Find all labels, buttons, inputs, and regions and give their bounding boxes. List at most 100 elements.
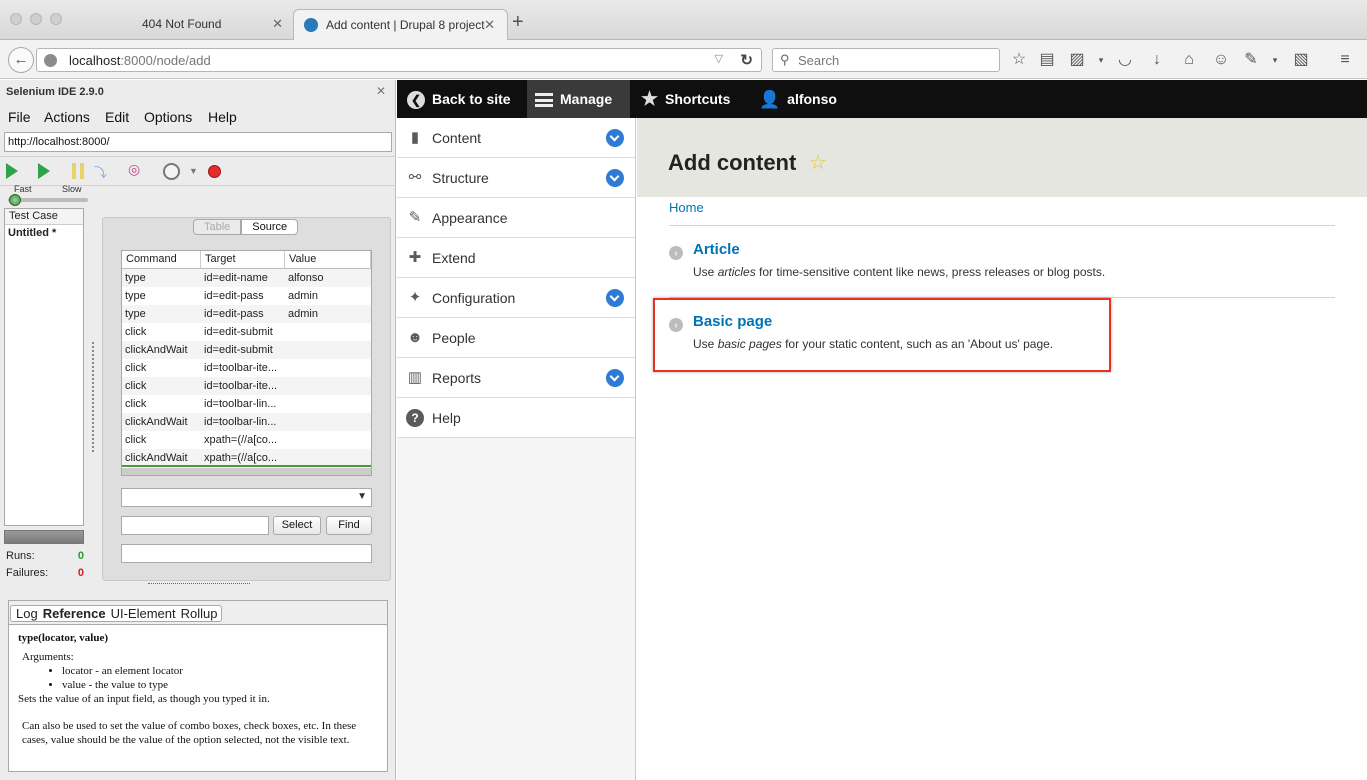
back-to-site-link[interactable]: ❮ Back to site: [407, 80, 511, 118]
table-row[interactable]: click id=edit-submit: [122, 323, 371, 341]
command-table[interactable]: Command Target Value type id=edit-name alf…: [121, 250, 372, 476]
bookmark-star-icon[interactable]: ☆: [1010, 51, 1028, 69]
tab-source[interactable]: Source: [241, 219, 299, 235]
command-select[interactable]: ▼: [121, 488, 372, 507]
table-row[interactable]: type id=edit-pass admin: [122, 287, 371, 305]
horizontal-scrollbar[interactable]: [122, 468, 371, 475]
download-icon[interactable]: ↓: [1148, 51, 1166, 69]
table-row[interactable]: click id=toolbar-lin...: [122, 395, 371, 413]
tab-ui-element[interactable]: UI-Element: [109, 606, 178, 621]
extension-icon[interactable]: ✎: [1242, 51, 1260, 69]
expand-chevron-icon[interactable]: [606, 369, 624, 387]
table-row[interactable]: click xpath=(//a[co...: [122, 431, 371, 449]
chevron-down-icon[interactable]: ▼: [189, 166, 198, 182]
pocket-icon[interactable]: ◡: [1116, 51, 1134, 69]
menu-file[interactable]: File: [8, 109, 31, 125]
reload-icon[interactable]: ↻: [740, 51, 753, 69]
pause-icon[interactable]: [72, 163, 84, 179]
shortcut-star-icon[interactable]: ☆: [809, 150, 827, 175]
breadcrumb-home[interactable]: Home: [669, 200, 704, 215]
schedule-clock-icon[interactable]: [163, 163, 180, 180]
column-target[interactable]: Target: [201, 251, 285, 269]
browser-tab-404[interactable]: 404 Not Found ✕: [110, 9, 295, 40]
play-testcase-icon[interactable]: [38, 163, 50, 179]
home-icon[interactable]: ⌂: [1180, 51, 1198, 69]
user-tab[interactable]: 👤 alfonso: [759, 80, 837, 118]
tab-log[interactable]: Log: [14, 606, 40, 621]
tray-item-people[interactable]: ☻ People: [397, 318, 635, 358]
selenium-icon[interactable]: ▧: [1292, 51, 1310, 69]
article-link[interactable]: Article: [693, 241, 740, 258]
table-row[interactable]: clickAndWait id=edit-submit: [122, 341, 371, 359]
window-minimize-icon[interactable]: [30, 13, 42, 25]
tray-item-reports[interactable]: ▥ Reports: [397, 358, 635, 398]
search-bar[interactable]: ⚲ Search: [772, 48, 1000, 72]
table-row[interactable]: click id=toolbar-ite...: [122, 377, 371, 395]
arguments-list: locator - an element locator value - the…: [18, 664, 378, 692]
menu-edit[interactable]: Edit: [105, 109, 129, 125]
expand-chevron-icon[interactable]: [606, 289, 624, 307]
table-row[interactable]: type id=edit-pass admin: [122, 305, 371, 323]
close-icon[interactable]: ✕: [376, 84, 386, 98]
play-suite-icon[interactable]: [6, 163, 18, 179]
url-bar[interactable]: localhost:8000/node/add ▽ ↻: [36, 48, 762, 72]
find-button[interactable]: Find: [326, 516, 372, 535]
new-tab-icon[interactable]: +: [512, 12, 524, 32]
screenshot-icon[interactable]: ▨: [1068, 51, 1086, 69]
test-editor: Table Source Command Target Value type id…: [102, 217, 391, 581]
tray-item-appearance[interactable]: ✎ Appearance: [397, 198, 635, 238]
menu-hamburger-icon[interactable]: ≡: [1336, 51, 1354, 69]
table-row[interactable]: type id=edit-name alfonso: [122, 269, 371, 287]
shortcuts-tab[interactable]: ★ Shortcuts: [641, 80, 730, 118]
dropdown-icon[interactable]: ▾: [1092, 51, 1110, 69]
value-input[interactable]: [121, 544, 372, 563]
column-command[interactable]: Command: [122, 251, 201, 269]
tray-item-extend[interactable]: ✚ Extend: [397, 238, 635, 278]
insertion-line: [122, 465, 371, 467]
page-header: Add content ☆: [637, 118, 1367, 197]
target-input[interactable]: [121, 516, 269, 535]
reading-list-icon[interactable]: ▤: [1038, 51, 1056, 69]
base-url-input[interactable]: http://localhost:8000/: [4, 132, 392, 152]
table-row[interactable]: click id=toolbar-ite...: [122, 359, 371, 377]
manage-tab[interactable]: Manage: [527, 80, 630, 118]
step-icon[interactable]: ⤵: [94, 162, 107, 180]
vertical-splitter[interactable]: [92, 342, 94, 452]
window-zoom-icon[interactable]: [50, 13, 62, 25]
expand-chevron-icon[interactable]: [606, 169, 624, 187]
tab-rollup[interactable]: Rollup: [179, 606, 220, 621]
tab-reference[interactable]: Reference: [41, 606, 108, 621]
tab-table[interactable]: Table: [193, 219, 242, 235]
browser-nav-bar: ← localhost:8000/node/add ▽ ↻ ⚲ Search ☆…: [0, 40, 1367, 79]
menu-options[interactable]: Options: [144, 109, 192, 125]
url-text[interactable]: localhost:8000/node/add: [69, 53, 211, 68]
rollup-icon[interactable]: ◎: [128, 161, 140, 177]
runs-label: Runs:: [6, 550, 35, 562]
select-button[interactable]: Select: [273, 516, 321, 535]
tray-item-content[interactable]: ▮ Content: [397, 118, 635, 158]
tab-close-icon[interactable]: ✕: [272, 9, 283, 39]
chat-icon[interactable]: ☺: [1212, 51, 1230, 69]
tray-item-help[interactable]: ? Help: [397, 398, 635, 438]
record-icon[interactable]: [208, 165, 221, 178]
expand-chevron-icon[interactable]: [606, 129, 624, 147]
testcase-item[interactable]: Untitled *: [5, 225, 83, 241]
testcase-list[interactable]: Test Case Untitled *: [4, 208, 84, 526]
browser-tab-add-content[interactable]: Add content | Drupal 8 project ✕: [293, 9, 508, 40]
menu-help[interactable]: Help: [208, 109, 237, 125]
horizontal-splitter[interactable]: [148, 583, 250, 586]
tab-close-icon[interactable]: ✕: [484, 10, 495, 40]
tray-item-configuration[interactable]: ✦ Configuration: [397, 278, 635, 318]
table-row[interactable]: clickAndWait id=toolbar-lin...: [122, 413, 371, 431]
tray-item-structure[interactable]: ⚯ Structure: [397, 158, 635, 198]
page-title: Add content: [668, 150, 797, 175]
back-arrow-icon[interactable]: ←: [8, 47, 34, 73]
window-close-icon[interactable]: [10, 13, 22, 25]
url-dropdown-icon[interactable]: ▽: [715, 52, 723, 65]
target-cell: id=toolbar-lin...: [204, 398, 277, 410]
failures-row: Failures: 0: [6, 567, 86, 584]
dropdown-icon[interactable]: ▾: [1266, 51, 1284, 69]
speed-slider-handle[interactable]: [9, 194, 21, 206]
menu-actions[interactable]: Actions: [44, 109, 90, 125]
column-value[interactable]: Value: [285, 251, 371, 269]
